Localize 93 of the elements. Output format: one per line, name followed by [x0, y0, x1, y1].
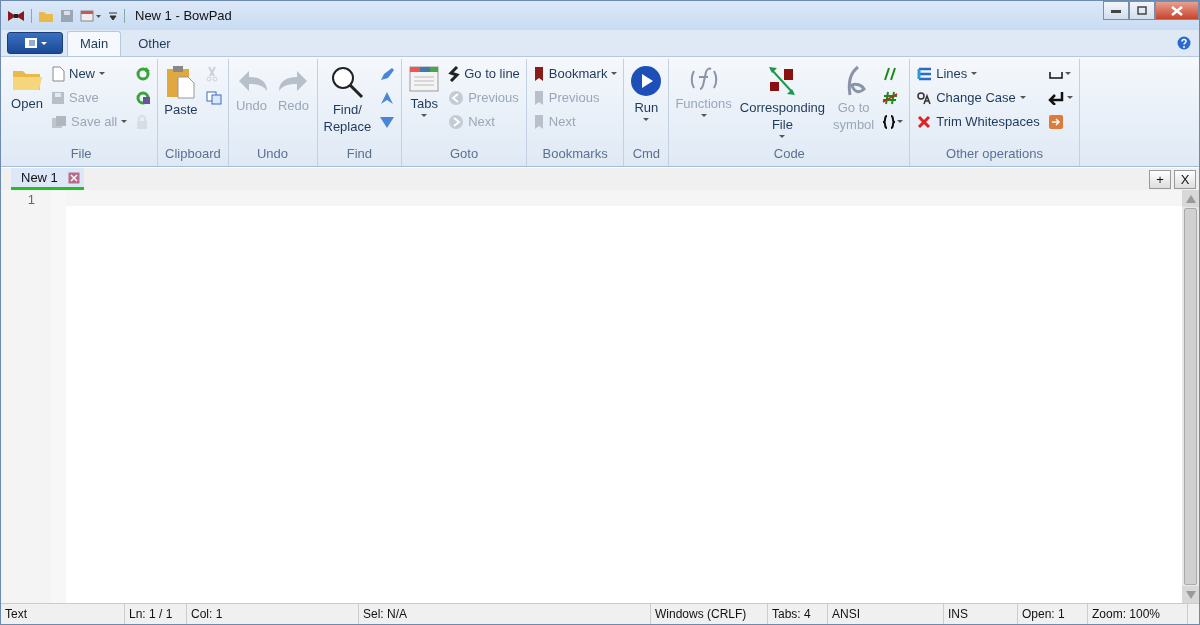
page-icon — [51, 65, 65, 82]
ribbon-button[interactable]: New — [49, 63, 130, 84]
status-text: Tabs: 4 — [772, 607, 811, 621]
tab-close-icon — [67, 171, 80, 184]
pencil-icon — [379, 65, 396, 82]
return-arrow-icon — [1047, 90, 1066, 105]
tab-icon — [1047, 113, 1064, 130]
application-menu-button[interactable] — [7, 32, 63, 54]
ribbon-button[interactable]: Run — [628, 63, 665, 123]
close-button[interactable] — [1155, 1, 1199, 20]
lines-icon — [916, 66, 933, 81]
caret-icon — [643, 118, 650, 121]
ribbon-tab[interactable]: Main — [67, 31, 122, 56]
scrollbar[interactable] — [1182, 190, 1199, 603]
reload-icon — [135, 65, 152, 82]
document-icon — [23, 37, 38, 49]
comment-slash-icon — [882, 65, 899, 82]
document-tab[interactable]: New 1 — [11, 168, 84, 190]
clipboard-icon — [165, 65, 196, 99]
window-list-icon — [409, 65, 440, 93]
caret-icon — [897, 120, 904, 123]
caret-icon — [421, 114, 428, 117]
bookmark-icon — [532, 113, 545, 130]
ribbon-button[interactable]: Paste — [162, 63, 200, 120]
group-label: Bookmarks — [541, 146, 609, 163]
up-arrow-icon — [1184, 193, 1197, 204]
group-label: Undo — [255, 146, 290, 163]
status-text: Windows (CRLF) — [655, 607, 747, 621]
floppy-icon — [60, 8, 74, 23]
status-text: Zoom: 100% — [1092, 607, 1161, 621]
bookmark-icon — [532, 89, 545, 106]
caret-icon — [700, 114, 707, 117]
maximize-button[interactable] — [1129, 1, 1155, 20]
forward-circle-icon — [448, 113, 465, 130]
caret-icon — [40, 41, 47, 45]
ribbon-button[interactable]: Find/ Replace — [321, 63, 374, 137]
status-text: INS — [948, 607, 968, 621]
maximize-icon — [1137, 6, 1147, 15]
customize-arrow-icon — [108, 9, 118, 22]
status-text: ANSI — [832, 607, 860, 621]
close-tab-button[interactable]: X — [1174, 170, 1196, 189]
ribbon-tab[interactable]: Other — [125, 31, 184, 56]
status-text: Col: 1 — [191, 607, 223, 621]
group-label: Code — [772, 146, 806, 163]
cross-icon — [916, 114, 933, 129]
group-label: Find — [345, 146, 373, 163]
ribbon-button[interactable]: Lines — [914, 63, 1042, 84]
window-dropdown-icon — [80, 9, 102, 22]
copy-icon — [205, 90, 222, 105]
ribbon-button[interactable]: Trim Whitespaces — [914, 111, 1042, 132]
line-number: 1 — [26, 192, 36, 207]
caret-icon — [121, 120, 128, 123]
group-label: Cmd — [631, 146, 662, 163]
minimize-button[interactable] — [1103, 1, 1129, 20]
ribbon-button[interactable]: Corresponding File — [737, 63, 828, 140]
ribbon-button[interactable]: Change Case — [914, 87, 1042, 108]
back-circle-icon — [448, 89, 465, 106]
ribbon-button[interactable]: Tabs — [406, 63, 443, 119]
ribbon-button[interactable]: Bookmark — [530, 63, 620, 84]
caret-icon — [1064, 72, 1071, 75]
close-icon — [1171, 5, 1183, 16]
new-tab-button[interactable]: + — [1149, 170, 1171, 189]
caret-icon — [99, 72, 105, 75]
status-text: Text — [5, 607, 27, 621]
status-text: Ln: 1 / 1 — [129, 607, 173, 621]
ribbon-button[interactable]: Go to line — [446, 63, 522, 84]
group-label: Clipboard — [164, 146, 222, 163]
caret-icon — [611, 72, 618, 75]
status-text: Open: 1 — [1022, 607, 1065, 621]
braces-icon — [882, 113, 897, 130]
play-circle-icon — [630, 65, 663, 97]
group-label: Goto — [448, 146, 480, 163]
caret-icon — [1019, 96, 1026, 99]
jump-icon — [448, 65, 461, 82]
bookmark-icon — [532, 65, 545, 82]
reload-floppy-icon — [135, 89, 152, 106]
scissors-icon — [205, 65, 218, 82]
ribbon-button[interactable]: Open — [9, 63, 45, 114]
caret-icon — [779, 135, 786, 138]
floppies-icon — [51, 114, 67, 129]
status-text: Sel: N/A — [363, 607, 407, 621]
caret-icon — [971, 72, 978, 75]
floppy-icon — [51, 90, 65, 105]
caret-icon — [1066, 96, 1073, 99]
group-label: File — [69, 146, 93, 163]
hash-icon — [882, 89, 899, 106]
help-icon — [1177, 36, 1191, 50]
group-label: Other operations — [945, 146, 1044, 163]
letter-case-icon — [916, 90, 933, 105]
magnifier-icon — [330, 65, 365, 99]
bow-tie-icon — [7, 9, 25, 22]
window-title: New 1 - BowPad — [135, 8, 233, 23]
down-arrow-icon — [1184, 589, 1197, 600]
